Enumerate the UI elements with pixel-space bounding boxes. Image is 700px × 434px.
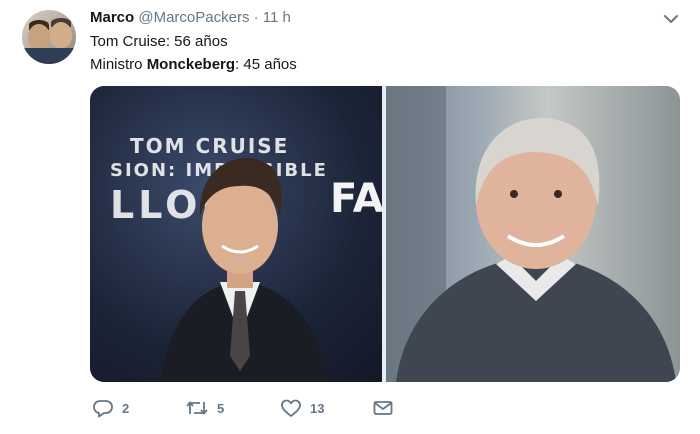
photo-monckeberg[interactable] (386, 86, 680, 382)
avatar-shirt (22, 48, 76, 64)
person-illustration-left (160, 157, 330, 382)
tweet-media[interactable]: TOM CRUISE SION: IMPOSSIBLE LLOUT FA (90, 86, 680, 382)
avatar-face-2 (50, 22, 72, 48)
tweet-text-line-2: Ministro Monckeberg: 45 años (90, 56, 297, 73)
line2-prefix: Ministro (90, 56, 147, 73)
like-count: 13 (310, 400, 325, 416)
line2-suffix: : 45 años (235, 56, 297, 73)
mention-monckeberg: Monckeberg (146, 56, 236, 73)
direct-message-button[interactable] (372, 396, 394, 420)
avatar-face-1 (28, 24, 50, 50)
envelope-icon (372, 398, 394, 418)
chevron-down-icon[interactable] (662, 12, 680, 26)
tweet-timestamp[interactable]: 11 h (263, 9, 291, 26)
tweet-text-line-1: Tom Cruise: 56 años (90, 33, 228, 50)
like-button[interactable]: 13 (280, 396, 324, 420)
retweet-count: 5 (217, 400, 225, 416)
reply-count: 2 (122, 400, 130, 416)
author-name[interactable]: Marco (90, 9, 134, 26)
author-handle[interactable]: @MarcoPackers (138, 9, 249, 26)
retweet-button[interactable]: 5 (185, 396, 224, 420)
avatar[interactable] (22, 10, 76, 64)
heart-icon (280, 398, 302, 418)
separator-dot: · (253, 9, 259, 26)
tweet-header: Marco @MarcoPackers · 11 h (90, 9, 291, 26)
person-illustration-right (386, 86, 676, 382)
reply-icon (92, 398, 114, 418)
photo-tom-cruise[interactable]: TOM CRUISE SION: IMPOSSIBLE LLOUT FA (90, 86, 382, 382)
tweet-actions: 2 5 13 (90, 396, 690, 420)
retweet-icon (185, 398, 209, 418)
reply-button[interactable]: 2 (92, 396, 129, 420)
tweet-card[interactable]: Marco @MarcoPackers · 11 h Tom Cruise: 5… (0, 0, 700, 434)
